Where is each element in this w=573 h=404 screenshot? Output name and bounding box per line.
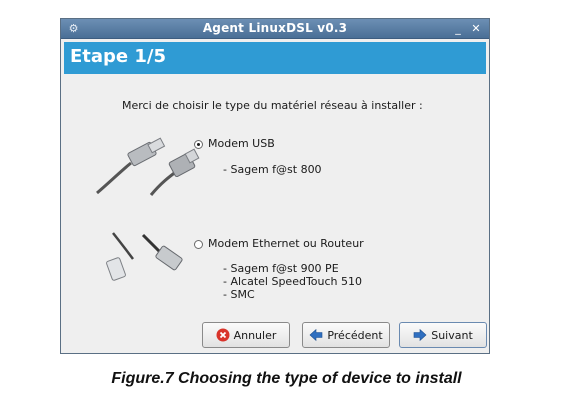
close-icon[interactable]: ✕: [469, 22, 483, 35]
arrow-left-icon: [309, 328, 323, 342]
ethernet-cable-icon: [106, 232, 183, 281]
minimize-icon[interactable]: _: [451, 22, 465, 35]
previous-button[interactable]: Précédent: [302, 322, 390, 348]
figure-caption: Figure.7 Choosing the type of device to …: [111, 370, 462, 387]
cancel-button[interactable]: Annuler: [202, 322, 290, 348]
usb-modem-radio[interactable]: [194, 140, 203, 149]
step-header: Etape 1/5: [64, 42, 486, 74]
ethernet-modem-detail: - Sagem f@st 900 PE: [223, 262, 339, 275]
title-bar[interactable]: ⚙ Agent LinuxDSL v0.3 _ ✕: [61, 19, 489, 39]
previous-label: Précédent: [327, 328, 383, 342]
window-title: Agent LinuxDSL v0.3: [202, 21, 348, 35]
usb-modem-label[interactable]: Modem USB: [208, 137, 275, 150]
step-title: Etape 1/5: [70, 46, 167, 67]
ethernet-modem-detail: - Alcatel SpeedTouch 510: [223, 275, 363, 288]
content-area: Merci de choisir le type du matériel rés…: [61, 75, 489, 353]
cancel-icon: [216, 328, 230, 342]
cancel-label: Annuler: [233, 328, 277, 342]
next-label: Suivant: [431, 328, 473, 342]
usb-modem-detail: - Sagem f@st 800: [223, 163, 322, 176]
arrow-right-icon: [413, 328, 427, 342]
installer-window: ⚙ Agent LinuxDSL v0.3 _ ✕ Etape 1/5 Merc…: [60, 18, 490, 354]
ethernet-modem-detail: - SMC: [223, 288, 255, 301]
ethernet-modem-label[interactable]: Modem Ethernet ou Routeur: [208, 237, 364, 250]
ethernet-modem-radio[interactable]: [194, 240, 203, 249]
next-button[interactable]: Suivant: [399, 322, 487, 348]
prompt-text: Merci de choisir le type du matériel rés…: [122, 99, 423, 112]
usb-cable-icon: [96, 137, 200, 196]
